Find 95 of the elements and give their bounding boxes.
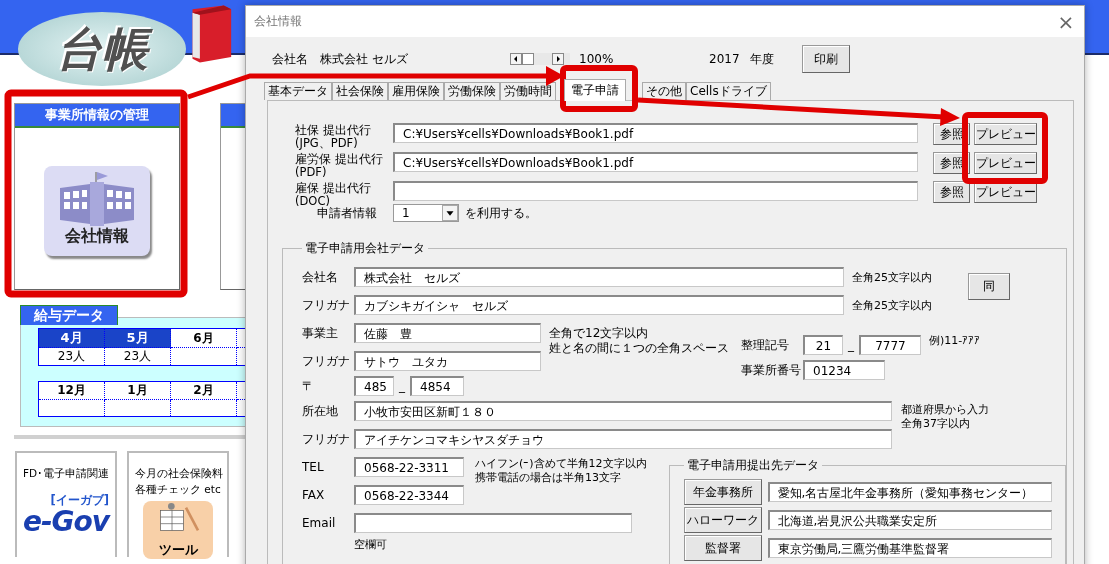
field-label: (JPG、PDF) (295, 137, 359, 150)
tab[interactable]: その他 (642, 82, 686, 100)
hint-text: 空欄可 (354, 537, 388, 552)
input-field[interactable]: 北海道,岩見沢公共職業安定所 (767, 510, 1052, 530)
month-header[interactable]: 6月 (170, 328, 237, 348)
input-field[interactable] (354, 513, 632, 533)
month-header[interactable]: 2月 (170, 381, 237, 400)
company-name: 株式会社 セルズ (320, 50, 409, 68)
field-label: 会社名 (302, 268, 339, 286)
tab[interactable]: 労働時間 (500, 82, 556, 100)
tab[interactable]: 労働保険 (444, 82, 500, 100)
tab[interactable]: Cellsドライブ (686, 82, 771, 100)
group-title: 電子申請用会社データ (304, 240, 426, 257)
tab[interactable]: 雇用保険 (388, 82, 444, 100)
input-field[interactable]: 株式会社 セルズ (354, 267, 844, 287)
company-info-button[interactable]: 会社情報 (44, 166, 150, 256)
month-header[interactable]: 12月 (38, 381, 105, 400)
applicant-select[interactable]: 1 (393, 204, 459, 222)
separator-text: _ (847, 338, 855, 352)
zoom-value: 100% (579, 52, 615, 66)
year-unit: 年度 (749, 50, 774, 68)
input-field[interactable]: 4854 (410, 376, 464, 396)
field-label: フリガナ (302, 352, 351, 370)
group-title: 電子申請用提出先データ (685, 457, 820, 474)
shortcut-card[interactable]: 今月の社会保険料 各種チェック etc ツール (127, 451, 229, 557)
field-label: 社保 提出代行 (295, 124, 372, 137)
example-text: 例)11-ｱｱｱ (929, 333, 981, 348)
input-field[interactable]: 01234 (803, 360, 885, 380)
same-button[interactable]: 同 (968, 273, 1010, 300)
hint-text: 携帯電話の場合は半角13文字 (475, 471, 622, 485)
separator-text: _ (398, 379, 406, 393)
field-label: 雇労保 提出代行 (295, 153, 384, 166)
field-label: 申請者情報 (317, 205, 378, 222)
input-field[interactable]: アイチケンコマキシヤスダチョウ (354, 429, 892, 449)
egov-logo: [イーガブ] e-Gov (22, 493, 110, 536)
file-path-field[interactable]: C:¥Users¥cells¥Downloads¥Book1.pdf (393, 152, 918, 172)
tab[interactable]: 基本データ (264, 82, 332, 100)
hint-text: 全角25文字以内 (852, 297, 932, 313)
print-button[interactable]: 印刷 (801, 45, 850, 73)
month-header[interactable]: 5月 (104, 328, 171, 348)
input-field[interactable]: 東京労働局,三鷹労働基準監督署 (767, 538, 1052, 558)
input-field[interactable]: 0568-22-3311 (354, 457, 464, 477)
file-path-field[interactable] (393, 181, 918, 201)
month-header[interactable]: 4月 (38, 328, 105, 348)
field-label: フリガナ (302, 430, 351, 448)
preview-button[interactable]: プレビュー (974, 123, 1037, 145)
year-value: 2017 (709, 52, 740, 66)
hint-text: 全角37字以内 (901, 417, 971, 431)
panel-title: 事業所情報の管理 (15, 104, 179, 128)
hint-text: 全角25文字以内 (852, 269, 932, 285)
input-field[interactable]: 21 (803, 335, 843, 355)
input-field[interactable]: 7777 (859, 335, 921, 355)
shortcut-label: 各種チェック etc (135, 482, 222, 497)
field-label: Email (302, 516, 337, 530)
field-label: 所在地 (302, 402, 339, 420)
zoom-scrollbar[interactable] (510, 53, 570, 65)
office-button[interactable]: 監督署 (683, 535, 762, 561)
browse-button[interactable]: 参照 (933, 181, 970, 203)
tab[interactable]: 社会保険 (332, 82, 388, 100)
field-label: 整理記号 (741, 336, 790, 354)
preview-button[interactable]: プレビュー (974, 152, 1037, 174)
field-label: 〒 (302, 377, 315, 395)
hint-text: ハイフン(ｰ)含めて半角12文字以内 (475, 457, 647, 471)
dropdown-icon (442, 205, 458, 221)
hint-text: 都道府県から入力 (901, 403, 989, 417)
hint-text: 姓と名の間に１つの全角スペース (549, 341, 730, 356)
input-field[interactable]: 小牧市安田区新町１８０ (354, 401, 892, 421)
month-header[interactable]: 1月 (104, 381, 171, 400)
field-label: フリガナ (302, 296, 351, 314)
applicant-suffix: を利用する。 (465, 204, 537, 222)
input-field[interactable]: 485 (354, 376, 394, 396)
shortcut-label: FD･電子申請関連 (23, 466, 110, 481)
field-label: (DOC) (295, 195, 330, 208)
tool-icon: ツール (143, 501, 213, 559)
field-label: 雇保 提出代行 (295, 182, 372, 195)
input-field[interactable]: カブシキガイシャ セルズ (354, 295, 844, 315)
field-label: (PDF) (295, 166, 328, 179)
close-button[interactable]: × (1048, 6, 1084, 37)
field-label: 事業主 (302, 324, 339, 342)
input-field[interactable]: 0568-22-3344 (354, 485, 464, 505)
shortcut-card[interactable]: FD･電子申請関連 [イーガブ] e-Gov (15, 451, 117, 557)
office-button[interactable]: ハローワーク (683, 507, 762, 533)
input-field[interactable]: 佐藤 豊 (354, 323, 541, 343)
window-title: 会社情報 (254, 13, 302, 30)
file-path-field[interactable]: C:¥Users¥cells¥Downloads¥Book1.pdf (393, 123, 918, 143)
field-label: FAX (302, 488, 326, 502)
shortcut-label: 今月の社会保険料 (135, 466, 223, 481)
hint-text: 全角で12文字以内 (549, 326, 650, 341)
field-label: TEL (302, 460, 325, 474)
input-field[interactable]: サトウ ユタカ (354, 351, 541, 371)
office-button[interactable]: 年金事務所 (683, 479, 762, 505)
tab[interactable]: 電子申請 (564, 79, 626, 101)
field-label: 会社名 (272, 50, 309, 68)
field-label: 事業所番号 (741, 361, 802, 379)
input-field[interactable]: 愛知,名古屋北年金事務所（愛知事務センター） (767, 482, 1052, 502)
